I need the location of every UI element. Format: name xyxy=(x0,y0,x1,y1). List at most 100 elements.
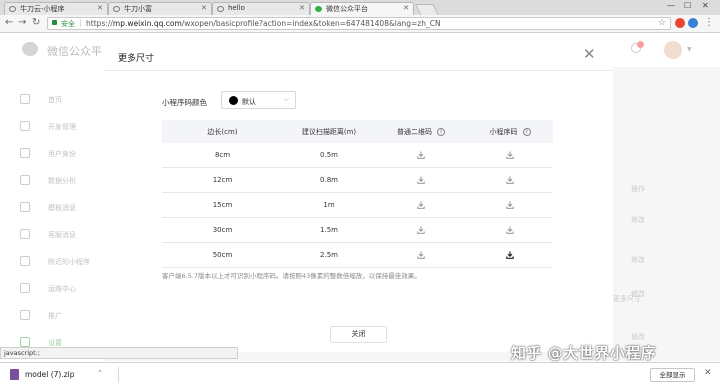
tab-label: hello xyxy=(228,4,245,12)
download-miniprogram-code-icon[interactable] xyxy=(506,176,514,184)
download-shelf: model (7).zip ⌃ 全部显示 ✕ xyxy=(0,362,720,386)
tab-label: 牛刀小富 xyxy=(124,5,152,13)
edit-link[interactable]: 修改 xyxy=(631,215,645,225)
column-header-action: 操作 xyxy=(631,185,645,193)
download-qrcode-icon[interactable] xyxy=(417,251,425,259)
download-qrcode-icon[interactable] xyxy=(417,151,425,159)
extension-icon[interactable] xyxy=(688,18,698,28)
sidebar-item-label: 用户身份 xyxy=(48,150,76,158)
distance-cell: 2.5m xyxy=(320,251,338,259)
home-icon xyxy=(20,94,30,104)
url-bar[interactable]: 安全 | https://mp.weixin.qq.com/wxopen/bas… xyxy=(47,17,671,30)
column-header-label: 普通二维码 xyxy=(397,127,432,136)
chart-icon xyxy=(20,175,30,185)
reload-icon[interactable]: ↻ xyxy=(32,17,40,29)
color-select-value: 默认 xyxy=(242,98,256,106)
maximize-icon[interactable]: ☐ xyxy=(684,1,691,10)
sidebar-item-label: 推广 xyxy=(48,312,62,320)
archive-file-icon xyxy=(10,369,19,380)
column-header-distance: 建议扫描距离(m) xyxy=(301,127,357,136)
back-arrow-icon[interactable]: ← xyxy=(5,17,13,29)
location-icon xyxy=(20,256,30,266)
tab-label: 牛刀云-小程序 xyxy=(20,5,65,13)
table-header-row: 边长(cm) 建议扫描距离(m) 普通二维码 ? 小程序码 ? xyxy=(162,120,553,143)
tab-niudaoyun[interactable]: 牛刀云-小程序 ✕ xyxy=(4,2,108,15)
sidebar-item-label: 模板消息 xyxy=(48,204,76,212)
compatibility-note: 客户端6.5.7版本以上才可识别小程序码。请按照43像素的整数倍缩放，以保持最佳… xyxy=(162,272,421,280)
code-color-select[interactable]: 默认 ⌵ xyxy=(221,91,296,109)
wechat-logo-icon xyxy=(22,42,38,56)
close-button[interactable]: 关闭 xyxy=(330,326,387,343)
download-miniprogram-code-icon[interactable] xyxy=(506,201,514,209)
help-icon[interactable]: ? xyxy=(522,127,531,136)
dialog-title: 更多尺寸 xyxy=(118,54,155,64)
close-icon[interactable]: ✕ xyxy=(704,368,712,378)
tab-hello[interactable]: hello ✕ xyxy=(212,2,310,15)
sidebar-item-label: 开发管理 xyxy=(48,123,76,131)
download-filename[interactable]: model (7).zip xyxy=(25,370,75,379)
megaphone-icon xyxy=(20,310,30,320)
window-close-icon[interactable]: ✕ xyxy=(702,1,709,10)
notification-badge xyxy=(637,41,644,48)
table-row: 30cm 1.5m xyxy=(162,218,553,243)
sidebar-item-label: 客服消息 xyxy=(48,231,76,239)
tab-weixin-platform[interactable]: 微信公众平台 ✕ xyxy=(310,2,414,15)
tab-niudao-xiaofu[interactable]: 牛刀小富 ✕ xyxy=(108,2,212,15)
extension-icon[interactable] xyxy=(675,18,685,28)
dialog-divider xyxy=(104,70,613,71)
size-cell: 30cm xyxy=(212,226,233,234)
chevron-down-icon[interactable]: ▼ xyxy=(687,46,692,53)
more-sizes-dialog: 更多尺寸 ✕ 小程序码颜色 默认 ⌵ 边长(cm) 建议扫描距离(m) 普通二维… xyxy=(104,42,613,352)
help-icon[interactable]: ? xyxy=(437,127,445,136)
wechat-icon xyxy=(315,6,322,12)
page-icon xyxy=(113,6,120,12)
chevron-down-icon: ⌵ xyxy=(283,95,289,103)
size-cell: 50cm xyxy=(212,251,233,259)
menu-icon[interactable]: ⋮ xyxy=(704,17,714,29)
lock-icon xyxy=(52,20,57,25)
chevron-up-icon[interactable]: ⌃ xyxy=(97,369,103,377)
url-text: https://mp.weixin.qq.com/wxopen/basicpro… xyxy=(86,19,441,28)
wrench-icon xyxy=(20,283,30,293)
download-qrcode-icon[interactable] xyxy=(417,226,425,234)
size-cell: 8cm xyxy=(214,151,231,159)
table-row: 15cm 1m xyxy=(162,193,553,218)
page-icon xyxy=(9,6,16,12)
show-all-downloads-button[interactable]: 全部显示 xyxy=(650,368,695,382)
site-brand: 微信公众平 xyxy=(47,45,102,58)
table-row: 50cm 2.5m xyxy=(162,243,553,268)
distance-cell: 1.5m xyxy=(320,226,338,234)
column-header-size: 边长(cm) xyxy=(207,127,238,136)
download-miniprogram-code-icon[interactable] xyxy=(506,226,514,234)
status-bar: javascript:; xyxy=(0,347,238,359)
tab-close-icon[interactable]: ✕ xyxy=(299,4,305,12)
sidebar: 首页 开发管理 用户身份 数据分析 模板消息 客服消息 附近的小程序 运维中心 xyxy=(0,67,104,361)
avatar[interactable] xyxy=(664,41,682,59)
download-miniprogram-code-icon[interactable] xyxy=(506,151,514,159)
divider xyxy=(118,367,119,383)
distance-cell: 1m xyxy=(323,201,335,209)
edit-link[interactable]: 修改 xyxy=(631,332,645,342)
tab-close-icon[interactable]: ✕ xyxy=(97,4,103,12)
headset-icon xyxy=(20,229,30,239)
minimize-icon[interactable]: — xyxy=(667,1,675,10)
more-sizes-link[interactable]: 更多尺寸 xyxy=(613,294,641,304)
download-qrcode-icon[interactable] xyxy=(417,201,425,209)
tab-close-icon[interactable]: ✕ xyxy=(403,4,409,12)
bookmark-star-icon[interactable]: ☆ xyxy=(658,18,666,28)
close-icon[interactable]: ✕ xyxy=(583,47,596,62)
download-miniprogram-code-icon[interactable] xyxy=(506,251,514,259)
browser-tab-strip: 牛刀云-小程序 ✕ 牛刀小富 ✕ hello ✕ 微信公众平台 ✕ — ☐ ✕ xyxy=(0,0,720,16)
table-row: 12cm 0.8m xyxy=(162,168,553,193)
forward-arrow-icon[interactable]: → xyxy=(18,17,26,29)
user-icon xyxy=(20,148,30,158)
distance-cell: 0.8m xyxy=(320,176,338,184)
column-header-miniprogram-code: 小程序码 ? xyxy=(467,120,553,143)
code-color-label: 小程序码颜色 xyxy=(162,98,207,107)
download-qrcode-icon[interactable] xyxy=(417,176,425,184)
edit-link[interactable]: 修改 xyxy=(631,255,645,265)
watermark: 知乎 @大世界小程序 xyxy=(511,344,657,362)
address-toolbar: ← → ↻ 安全 | https://mp.weixin.qq.com/wxop… xyxy=(0,15,720,33)
page-icon xyxy=(217,6,224,12)
tab-close-icon[interactable]: ✕ xyxy=(201,4,207,12)
